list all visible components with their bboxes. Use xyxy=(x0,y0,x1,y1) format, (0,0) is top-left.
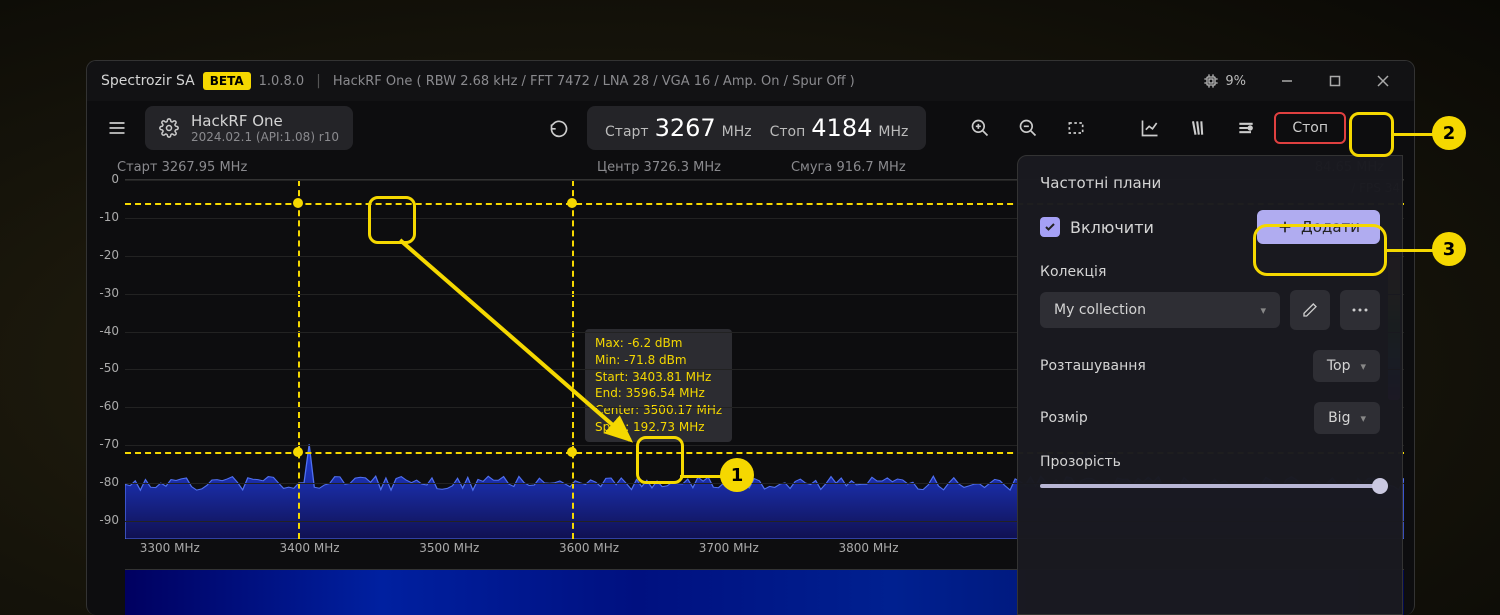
stop-value: 4184 xyxy=(811,114,872,142)
toolbar: HackRF One 2024.02.1 (API:1.08) r10 Стар… xyxy=(87,101,1414,155)
opacity-slider[interactable] xyxy=(1040,484,1380,488)
callout-3: 3 xyxy=(1432,232,1466,266)
app-name: Spectrozir SA xyxy=(101,73,195,89)
callout-line-3 xyxy=(1385,249,1435,252)
collection-select[interactable]: My collection ▾ xyxy=(1040,292,1280,328)
enable-checkbox[interactable] xyxy=(1040,217,1060,237)
minimize-button[interactable] xyxy=(1270,64,1304,98)
arrow-icon xyxy=(390,230,660,460)
panel-title: Частотні плани xyxy=(1040,174,1380,192)
marker-tl[interactable] xyxy=(293,198,303,208)
more-button[interactable] xyxy=(1340,290,1380,330)
undo-button[interactable] xyxy=(539,108,579,148)
collection-label: Колекція xyxy=(1040,264,1380,280)
position-label: Розташування xyxy=(1040,358,1146,374)
marker-bl[interactable] xyxy=(293,447,303,457)
cpu-usage: 9% xyxy=(1203,73,1246,89)
chevron-down-icon: ▾ xyxy=(1260,304,1266,317)
device-name: HackRF One xyxy=(191,112,339,130)
zoom-in-button[interactable] xyxy=(960,108,1000,148)
chevron-down-icon: ▾ xyxy=(1360,412,1366,425)
start-value: 3267 xyxy=(655,114,716,142)
gear-icon xyxy=(159,118,179,138)
fit-button[interactable] xyxy=(1056,108,1096,148)
callout-line-2 xyxy=(1392,133,1437,136)
chart-button[interactable] xyxy=(1130,108,1170,148)
info-start: Старт 3267.95 MHz xyxy=(117,160,597,175)
size-select[interactable]: Big ▾ xyxy=(1314,402,1380,434)
cpu-icon xyxy=(1203,73,1219,89)
marker-tr[interactable] xyxy=(567,198,577,208)
titlebar: Spectrozir SA BETA 1.0.8.0 | HackRF One … xyxy=(87,61,1414,101)
stop-label: Стоп xyxy=(770,124,806,140)
app-window: Spectrozir SA BETA 1.0.8.0 | HackRF One … xyxy=(86,60,1415,615)
info-center: Центр 3726.3 MHz xyxy=(597,160,721,175)
device-summary: HackRF One ( RBW 2.68 kHz / FFT 7472 / L… xyxy=(333,74,855,89)
device-sub: 2024.02.1 (API:1.08) r10 xyxy=(191,130,339,144)
waterfall-button[interactable] xyxy=(1178,108,1218,148)
callout-line-1 xyxy=(680,475,725,478)
edit-button[interactable] xyxy=(1290,290,1330,330)
freqplan-panel: Частотні плани Включити Додати Колекція … xyxy=(1017,155,1403,615)
crosshair-left xyxy=(298,180,300,539)
stop-button[interactable]: Стоп xyxy=(1274,112,1346,144)
plus-icon xyxy=(1277,219,1293,235)
freqplan-button[interactable] xyxy=(1226,108,1266,148)
dots-icon xyxy=(1352,308,1368,312)
opacity-label: Прозорість xyxy=(1040,454,1380,470)
chevron-down-icon: ▾ xyxy=(1360,360,1366,373)
y-axis: 0-10-20-30-40-50-60-70-80-90 xyxy=(87,179,125,539)
close-button[interactable] xyxy=(1366,64,1400,98)
beta-badge: BETA xyxy=(203,72,251,90)
callout-1: 1 xyxy=(720,458,754,492)
freq-card[interactable]: Старт 3267 MHz Стоп 4184 MHz xyxy=(587,106,926,150)
device-card[interactable]: HackRF One 2024.02.1 (API:1.08) r10 xyxy=(145,106,353,150)
enable-label: Включити xyxy=(1070,218,1154,237)
add-button[interactable]: Додати xyxy=(1257,210,1380,244)
position-select[interactable]: Top ▾ xyxy=(1313,350,1380,382)
size-label: Розмір xyxy=(1040,410,1088,426)
check-icon xyxy=(1044,221,1056,233)
start-label: Старт xyxy=(605,124,649,140)
slider-thumb[interactable] xyxy=(1372,478,1388,494)
callout-2: 2 xyxy=(1432,116,1466,150)
zoom-out-button[interactable] xyxy=(1008,108,1048,148)
app-version: 1.0.8.0 xyxy=(259,74,304,89)
pencil-icon xyxy=(1302,302,1318,318)
info-band: Смуга 916.7 MHz xyxy=(791,160,906,175)
maximize-button[interactable] xyxy=(1318,64,1352,98)
cpu-pct: 9% xyxy=(1225,74,1246,89)
menu-button[interactable] xyxy=(97,108,137,148)
